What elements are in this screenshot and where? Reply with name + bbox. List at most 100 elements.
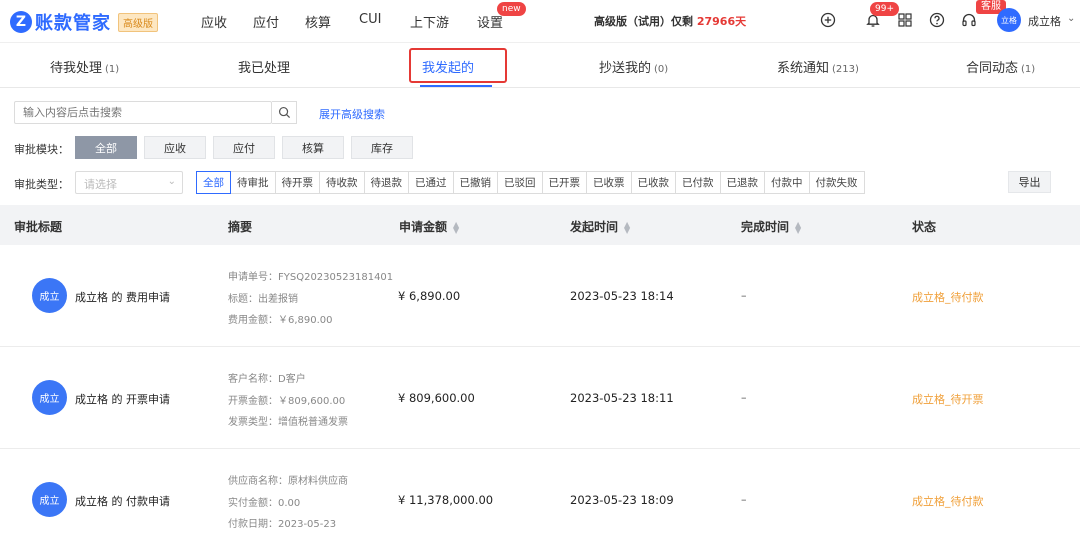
type-all-button[interactable]: 全部 (196, 171, 231, 194)
type-select[interactable]: 请选择 ⌄ (75, 171, 183, 194)
column-header-start-time[interactable]: 发起时间 ▲ ▼ (570, 218, 630, 235)
username[interactable]: 成立格 (1028, 13, 1061, 29)
tab-count: (1) (1021, 64, 1036, 75)
advanced-search-link[interactable]: 展开高级搜索 (319, 106, 385, 122)
tab-label: 待我处理 (50, 61, 103, 76)
type-invoice-received-button[interactable]: 已收票 (586, 171, 632, 194)
nav-item-cui[interactable]: CUI (359, 12, 381, 27)
active-tab-highlight-box (409, 48, 507, 83)
summary-line: 申请单号：FYSQ20230523181401 (228, 272, 394, 283)
summary-line: 客户名称：D客户 (228, 374, 306, 385)
start-time-cell: 2023-05-23 18:14 (570, 289, 674, 303)
type-rejected-button[interactable]: 已驳回 (497, 171, 543, 194)
app-name: 账款管家 (35, 13, 111, 34)
type-paid-button[interactable]: 已付款 (675, 171, 721, 194)
tab-label: 抄送我的 (599, 61, 652, 76)
type-pending-approval-button[interactable]: 待审批 (230, 171, 276, 194)
type-pending-receipt-button[interactable]: 待收款 (319, 171, 365, 194)
sort-icon[interactable]: ▲ ▼ (795, 220, 801, 234)
nav-item-receivable[interactable]: 应收 (201, 12, 227, 31)
amount-cell: ¥ 11,378,000.00 (398, 493, 494, 507)
edition-badge: 高级版 (118, 12, 158, 32)
summary-line: 供应商名称：原材料供应商 (228, 476, 348, 487)
column-header-amount[interactable]: 申请金额 ▲ ▼ (399, 218, 459, 235)
avatar: 成立 (32, 482, 67, 517)
row-title[interactable]: 成立格 的 付款申请 (75, 493, 170, 509)
nav-item-payable[interactable]: 应付 (253, 12, 279, 31)
tab-count: (1) (105, 64, 120, 75)
status-badge: 成立格_待付款 (912, 495, 984, 508)
avatar[interactable]: 立格 (997, 8, 1021, 32)
tab-bar: 待我处理 (1) 我已处理 我发起的 抄送我的 (0) 系统通知 (213) 合同动态… (0, 42, 1080, 88)
column-header-finish-time[interactable]: 完成时间 ▲ ▼ (741, 218, 801, 235)
type-filter-label: 审批类型： (14, 178, 69, 191)
start-time-cell: 2023-05-23 18:11 (570, 391, 674, 405)
headset-icon[interactable] (961, 12, 977, 28)
type-pending-refund-button[interactable]: 待退款 (363, 171, 409, 194)
search-box (14, 101, 272, 124)
amount-cell: ¥ 809,600.00 (398, 391, 475, 405)
type-received-button[interactable]: 已收款 (630, 171, 676, 194)
type-invoiced-button[interactable]: 已开票 (541, 171, 587, 194)
module-payable-button[interactable]: 应付 (213, 136, 275, 159)
module-receivable-button[interactable]: 应收 (144, 136, 206, 159)
tab-label: 合同动态 (966, 61, 1019, 76)
column-header-label: 申请金额 (399, 220, 448, 234)
nav-item-accounting[interactable]: 核算 (305, 12, 331, 31)
tab-count: (0) (654, 64, 669, 75)
type-paying-button[interactable]: 付款中 (764, 171, 810, 194)
nav-item-settings[interactable]: 设置 (477, 12, 503, 31)
tab-processed[interactable]: 我已处理 (238, 57, 290, 76)
type-button-group: 全部 待审批 待开票 待收款 待退款 已通过 已撤销 已驳回 已开票 已收票 已… (196, 171, 865, 194)
tab-contract-updates[interactable]: 合同动态 (1) (966, 57, 1035, 76)
chevron-down-icon: ⌄ (167, 176, 176, 187)
finish-time-cell: – (741, 391, 747, 404)
tab-count: (213) (832, 64, 859, 75)
tab-cc-me[interactable]: 抄送我的 (0) (599, 57, 668, 76)
avatar: 成立 (32, 380, 67, 415)
finish-time-cell: – (741, 493, 747, 506)
search-button[interactable] (272, 101, 297, 124)
sort-icon[interactable]: ▲ ▼ (624, 220, 630, 234)
add-icon[interactable] (820, 12, 836, 28)
export-button[interactable]: 导出 (1008, 171, 1051, 193)
sort-icon[interactable]: ▲ ▼ (453, 220, 459, 234)
module-filter-label: 审批模块： (14, 143, 69, 156)
row-title[interactable]: 成立格 的 开票申请 (75, 391, 170, 407)
table-row[interactable]: 成立 成立格 的 费用申请 申请单号：FYSQ20230523181401 标题… (0, 245, 1080, 347)
module-accounting-button[interactable]: 核算 (282, 136, 344, 159)
notification-count-badge: 99+ (870, 2, 899, 16)
top-nav: Z 账款管家 高级版 应收 应付 核算 CUI 上下游 设置 new 高级版（试… (0, 0, 1080, 42)
avatar: 成立 (32, 278, 67, 313)
new-badge: new (497, 2, 526, 16)
type-payment-failed-button[interactable]: 付款失败 (808, 171, 865, 194)
type-refunded-button[interactable]: 已退款 (719, 171, 765, 194)
column-header-summary: 摘要 (228, 220, 253, 234)
app-grid-icon[interactable] (897, 12, 913, 28)
type-revoked-button[interactable]: 已撤销 (452, 171, 498, 194)
finish-time-cell: – (741, 289, 747, 302)
table-row[interactable]: 成立 成立格 的 开票申请 客户名称：D客户 开票金额：￥809,600.00 … (0, 347, 1080, 449)
summary-line: 实付金额：0.00 (228, 498, 301, 509)
column-header-label: 发起时间 (570, 220, 619, 234)
column-header-label: 完成时间 (741, 220, 790, 234)
chevron-down-icon[interactable]: ⌄ (1067, 13, 1075, 24)
type-approved-button[interactable]: 已通过 (408, 171, 454, 194)
type-select-placeholder: 请选择 (84, 178, 117, 191)
search-input[interactable] (15, 102, 245, 123)
tab-pending-me[interactable]: 待我处理 (1) (50, 57, 119, 76)
app-logo[interactable]: Z 账款管家 高级版 (10, 9, 158, 35)
module-inventory-button[interactable]: 库存 (351, 136, 413, 159)
summary-line: 发票类型：增值税普通发票 (228, 417, 348, 428)
table-row[interactable]: 成立 成立格 的 付款申请 供应商名称：原材料供应商 实付金额：0.00 付款日… (0, 449, 1080, 547)
type-pending-invoice-button[interactable]: 待开票 (274, 171, 320, 194)
nav-item-upstream[interactable]: 上下游 (410, 12, 449, 31)
help-icon[interactable] (929, 12, 945, 28)
row-title[interactable]: 成立格 的 费用申请 (75, 289, 170, 305)
summary-line: 开票金额：￥809,600.00 (228, 396, 346, 407)
tab-system-notice[interactable]: 系统通知 (213) (777, 57, 859, 76)
start-time-cell: 2023-05-23 18:09 (570, 493, 674, 507)
summary-line: 付款日期：2023-05-23 (228, 519, 337, 530)
module-all-button[interactable]: 全部 (75, 136, 137, 159)
trial-text: 高级版（试用）仅剩 (594, 15, 693, 28)
